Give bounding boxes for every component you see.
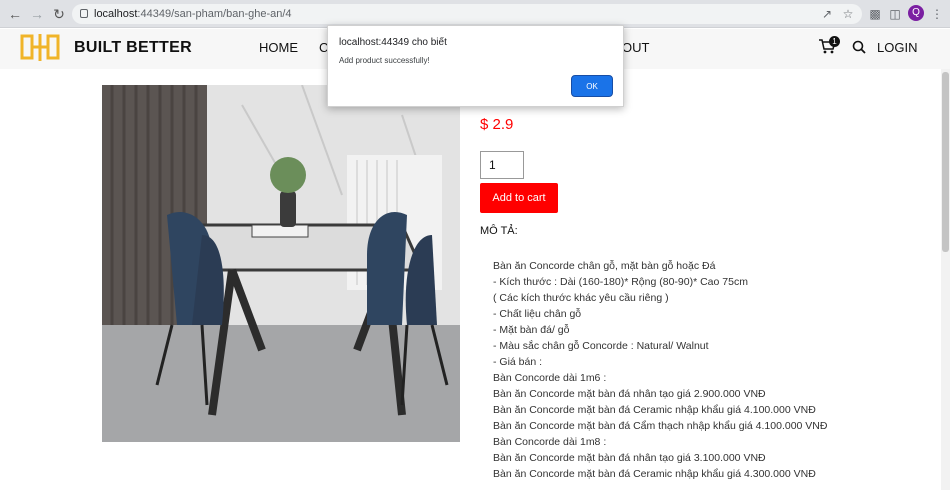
profile-avatar[interactable]: Q (908, 5, 924, 21)
address-bar[interactable]: localhost:44349/san-pham/ban-ghe-an/4 (72, 4, 862, 24)
more-menu-icon[interactable]: ⋮ (928, 5, 946, 23)
description-body: Bàn ăn Concorde chân gỗ, mặt bàn gỗ hoặc… (493, 258, 933, 482)
back-icon[interactable]: ← (6, 5, 24, 23)
description-line: - Mặt bàn đá/ gỗ (493, 324, 570, 336)
browser-toolbar: ← → ↻ localhost:44349/san-pham/ban-ghe-a… (0, 0, 950, 28)
description-line: - Giá bán : (493, 356, 543, 368)
address-host: localhost (94, 8, 138, 20)
add-to-cart-button[interactable]: Add to cart (480, 183, 558, 213)
address-path: :44349/san-pham/ban-ghe-an/4 (137, 8, 292, 20)
description-line: Bàn ăn Concorde mặt bàn đá nhân tạo giá … (493, 452, 766, 464)
reload-icon[interactable]: ↻ (50, 5, 68, 23)
description-line: ( Các kích thước khác yêu cầu riêng ) (493, 292, 669, 304)
description-line: Bàn ăn Concorde mặt bàn đá nhân tạo giá … (493, 388, 766, 400)
description-line: - Kích thước : Dài (160-180)* Rộng (80-9… (493, 276, 748, 288)
share-icon[interactable]: ↗ (818, 5, 836, 23)
description-line: - Chất liệu chân gỗ (493, 308, 582, 320)
scrollbar-thumb[interactable] (942, 72, 949, 252)
extensions-icon[interactable]: ▩ (866, 5, 884, 23)
lock-icon (80, 9, 88, 18)
description-title: MÔ TẢ: (480, 225, 518, 237)
nav-about-partial[interactable]: OUT (622, 40, 649, 55)
product-image (102, 85, 460, 442)
quantity-input[interactable] (480, 151, 524, 179)
description-line: Bàn ăn Concorde mặt bàn đá Ceramic nhập … (493, 404, 816, 416)
description-line: Bàn Concorde dài 1m6 : (493, 372, 607, 384)
product-price: $ 2.9 (480, 116, 514, 133)
description-line: Bàn Concorde dài 1m8 : (493, 436, 607, 448)
search-icon[interactable] (852, 40, 866, 54)
star-icon[interactable]: ☆ (839, 5, 857, 23)
description-line: - Màu sắc chân gỗ Concorde : Natural/ Wa… (493, 340, 709, 352)
description-line: Bàn ăn Concorde chân gỗ, mặt bàn gỗ hoặc… (493, 260, 716, 272)
cart-count-badge: 1 (829, 36, 840, 47)
nav-home[interactable]: HOME (259, 40, 298, 55)
dialog-ok-button[interactable]: OK (571, 75, 613, 97)
sidebar-icon[interactable]: ◫ (886, 5, 904, 23)
dialog-title: localhost:44349 cho biết (339, 37, 447, 48)
login-link[interactable]: LOGIN (877, 40, 917, 55)
dialog-message: Add product successfully! (339, 56, 430, 65)
forward-icon[interactable]: → (28, 5, 46, 23)
description-line: Bàn ăn Concorde mặt bàn đá Cẩm thạch nhậ… (493, 420, 828, 432)
alert-dialog: localhost:44349 cho biết Add product suc… (327, 25, 624, 107)
description-line: Bàn ăn Concorde mặt bàn đá Ceramic nhập … (493, 468, 816, 480)
logo-icon[interactable] (20, 33, 60, 63)
brand-name[interactable]: BUILT BETTER (74, 39, 192, 57)
